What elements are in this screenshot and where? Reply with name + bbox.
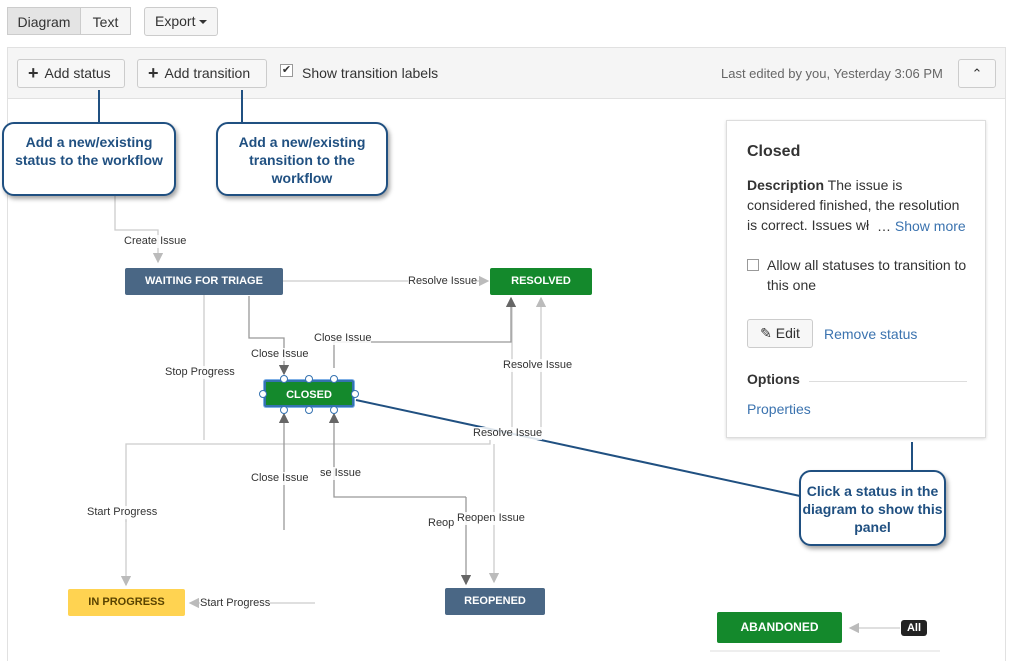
callout-add-status: Add a new/existing status to the workflo… [2,122,176,196]
transition-label[interactable]: Reop [428,517,455,530]
transition-label[interactable]: Create Issue [124,235,187,248]
allow-all-label: Allow all statuses to transition to this… [767,257,967,293]
resize-handle[interactable] [305,375,313,383]
transition-label[interactable]: Close Issue [251,472,309,485]
description-ellipsis: … [877,218,891,234]
transition-label[interactable]: Stop Progress [165,366,235,379]
transition-label[interactable]: Start Progress [87,506,158,519]
transition-label[interactable]: Resolve Issue [473,427,543,440]
remove-status-link[interactable]: Remove status [824,326,917,342]
resize-handle[interactable] [305,406,313,414]
transition-label[interactable]: Start Progress [200,597,271,610]
description-label: Description [747,177,825,193]
resize-handle[interactable] [259,390,267,398]
transition-label[interactable]: Close Issue [251,348,309,361]
resize-handle[interactable] [280,406,288,414]
resize-handle[interactable] [351,390,359,398]
status-resolved[interactable]: RESOLVED [490,268,592,295]
show-more-wrap: … Show more [871,216,966,236]
resize-handle[interactable] [330,406,338,414]
pencil-icon: ✎ [760,325,772,341]
properties-link[interactable]: Properties [747,401,811,417]
status-properties-panel: Closed Description The issue is consider… [726,120,986,438]
resize-handle[interactable] [330,375,338,383]
status-waiting-for-triage[interactable]: WAITING FOR TRIAGE [125,268,283,295]
options-divider [809,381,967,382]
status-closed[interactable]: CLOSED [264,380,354,407]
transition-label[interactable]: Reopen Issue [457,512,525,525]
show-more-link[interactable]: Show more [895,218,966,234]
transition-label[interactable]: Resolve Issue [408,275,478,288]
transition-label[interactable]: se Issue [320,467,361,480]
edit-button[interactable]: ✎ Edit [747,319,813,348]
status-reopened[interactable]: REOPENED [445,588,545,615]
status-in-progress[interactable]: IN PROGRESS [68,589,185,616]
resize-handle[interactable] [280,375,288,383]
panel-title: Closed [747,143,801,160]
all-badge: All [901,620,927,636]
allow-all-checkbox[interactable] [747,259,759,271]
transition-label[interactable]: Close Issue [314,332,372,345]
status-abandoned[interactable]: ABANDONED [717,612,842,643]
transition-label[interactable]: Resolve Issue [503,359,573,372]
callout-add-transition: Add a new/existing transition to the wor… [216,122,388,196]
edit-label: Edit [775,325,800,341]
callout-click-status: Click a status in the diagram to show th… [799,470,946,546]
options-heading: Options [747,371,800,387]
